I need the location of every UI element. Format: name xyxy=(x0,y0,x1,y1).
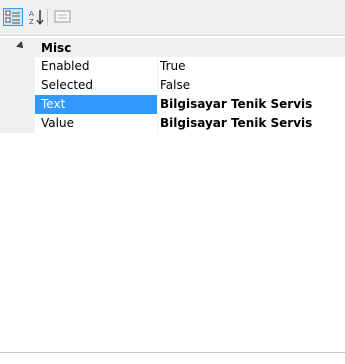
property-name[interactable]: Value xyxy=(35,114,157,133)
property-value[interactable]: Bilgisayar Tenik Servis xyxy=(158,95,345,114)
property-row-value[interactable]: Value Bilgisayar Tenik Servis xyxy=(0,114,345,133)
category-label: Misc xyxy=(41,41,72,55)
svg-text:Z: Z xyxy=(29,18,34,25)
property-name[interactable]: Text xyxy=(35,95,157,114)
property-row-selected[interactable]: Selected False xyxy=(0,76,345,95)
property-grid: Misc Enabled True Selected False Text Bi… xyxy=(0,38,345,133)
property-value[interactable]: True xyxy=(158,57,345,76)
property-grid-toolbar: A Z xyxy=(0,0,345,36)
property-value[interactable]: False xyxy=(158,76,345,95)
property-row-enabled[interactable]: Enabled True xyxy=(0,57,345,76)
property-row-text[interactable]: Text Bilgisayar Tenik Servis xyxy=(0,95,345,114)
description-pane-divider[interactable] xyxy=(0,352,345,353)
collapse-triangle-icon[interactable] xyxy=(16,41,26,51)
category-row-misc[interactable]: Misc xyxy=(0,38,345,57)
toolbar-separator xyxy=(47,9,48,26)
svg-text:A: A xyxy=(29,10,34,18)
property-name[interactable]: Enabled xyxy=(35,57,157,76)
property-pages-button[interactable] xyxy=(53,8,73,26)
alphabetical-button[interactable]: A Z xyxy=(27,8,47,26)
categorized-button[interactable] xyxy=(3,8,23,26)
property-value[interactable]: Bilgisayar Tenik Servis xyxy=(158,114,345,133)
property-name[interactable]: Selected xyxy=(35,76,157,95)
